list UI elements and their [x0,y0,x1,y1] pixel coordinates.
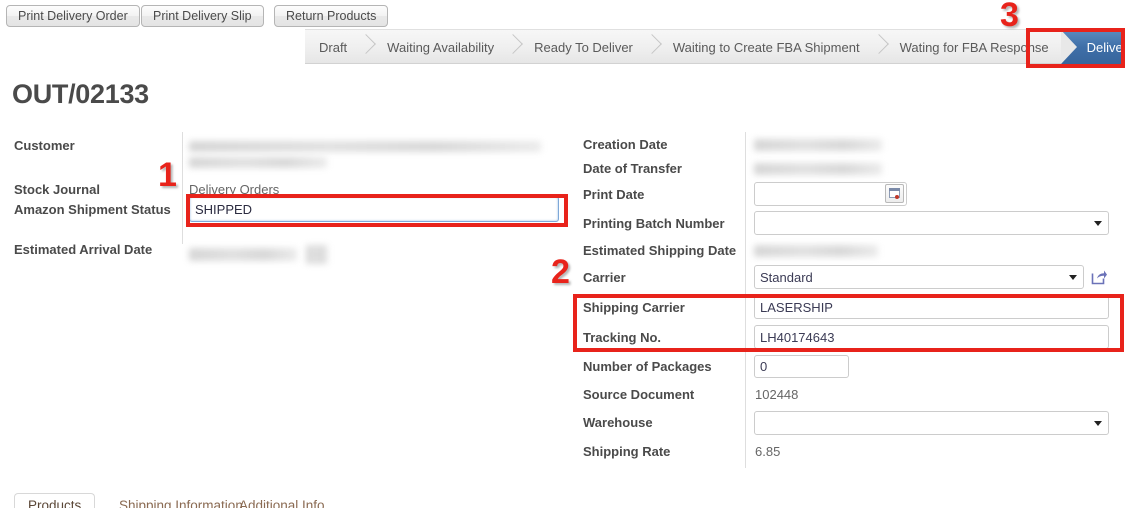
amazon-shipment-status-input[interactable] [189,196,559,222]
print-delivery-order-button[interactable]: Print Delivery Order [6,5,140,27]
number-of-packages-label: Number of Packages [583,359,712,374]
estimated-arrival-date-label: Estimated Arrival Date [14,241,153,257]
shipping-carrier-input[interactable] [754,295,1109,319]
printing-batch-number-select[interactable] [754,211,1109,235]
amazon-shipment-status-label: Amazon Shipment Status [14,201,171,217]
stage-separator-icon [506,30,520,64]
customer-label: Customer [14,137,75,153]
return-products-button[interactable]: Return Products [274,5,389,27]
customer-value-redacted [189,141,541,152]
source-document-label: Source Document [583,386,695,402]
shipping-rate-value: 6.85 [755,443,781,459]
status-progress-bar: Draft Waiting Availability Ready To Deli… [305,29,1125,64]
field-row-estimated-shipping-date: Estimated Shipping Date [583,238,1113,262]
creation-date-value-redacted [754,139,882,151]
stage-waiting-to-create-fba-shipment[interactable]: Waiting to Create FBA Shipment [659,30,872,64]
customer-value-redacted-2 [189,157,327,168]
field-row-date-of-transfer: Date of Transfer [583,156,1113,180]
estimated-shipping-date-value-redacted [754,245,878,257]
tab-products[interactable]: Products [14,493,96,508]
date-of-transfer-value-redacted [754,163,882,175]
field-row-number-of-packages: Number of Packages [583,352,1113,381]
number-of-packages-input[interactable] [754,355,849,378]
date-of-transfer-label: Date of Transfer [583,160,682,176]
tab-additional-info[interactable]: Additional Info [226,494,338,508]
stage-draft[interactable]: Draft [305,30,359,64]
stage-ready-to-deliver[interactable]: Ready To Deliver [520,30,645,64]
source-document-value: 102448 [755,386,799,402]
print-delivery-slip-button[interactable]: Print Delivery Slip [141,5,264,27]
field-row-tracking-no: Tracking No. [583,322,1113,352]
field-row-creation-date: Creation Date [583,132,1113,156]
tracking-no-input[interactable] [754,325,1109,349]
bottom-tab-strip: Products Shipping Information Additional… [0,486,1125,508]
tracking-no-label: Tracking No. [583,329,662,345]
external-link-icon[interactable] [1091,269,1108,285]
field-row-shipping-rate: Shipping Rate 6.85 [583,438,1113,464]
top-toolbar: Print Delivery Order Print Delivery Slip… [0,0,1125,29]
field-row-estimated-arrival-date: Estimated Arrival Date [14,236,574,264]
right-form-column: Creation Date Date of Transfer Print Dat… [583,132,1113,464]
carrier-label: Carrier [583,269,626,285]
stage-wating-for-fba-response[interactable]: Wating for FBA Response [886,30,1061,64]
warehouse-select[interactable] [754,410,1109,435]
stage-separator-icon [872,30,886,64]
field-row-amazon-shipment-status: Amazon Shipment Status [14,194,574,224]
warehouse-label: Warehouse [583,415,653,430]
field-row-shipping-carrier: Shipping Carrier [583,292,1113,322]
estimated-arrival-date-value-redacted [189,248,297,261]
stage-separator-icon [645,30,659,64]
creation-date-label: Creation Date [583,136,668,152]
calendar-icon[interactable] [885,184,904,203]
stage-delivered[interactable]: Delivered [1060,30,1125,64]
printing-batch-number-label: Printing Batch Number [583,215,725,231]
field-row-warehouse: Warehouse [583,407,1113,438]
shipping-carrier-label: Shipping Carrier [583,299,685,315]
stage-separator-icon [359,30,373,64]
stage-list: Draft Waiting Availability Ready To Deli… [305,30,1125,64]
carrier-select[interactable]: Standard [754,265,1084,289]
page-title: OUT/02133 [12,79,149,109]
field-row-customer: Customer [14,132,574,168]
field-row-carrier: Carrier Standard [583,262,1113,292]
left-form-column: Customer Stock Journal Delivery Orders A… [14,132,574,264]
field-row-print-date: Print Date [583,180,1113,208]
print-date-label: Print Date [583,186,645,202]
estimated-arrival-date-picker-redacted [306,245,328,264]
field-row-printing-batch-number: Printing Batch Number [583,208,1113,238]
field-row-source-document: Source Document 102448 [583,381,1113,407]
stage-waiting-availability[interactable]: Waiting Availability [373,30,506,64]
shipping-rate-label: Shipping Rate [583,443,671,459]
estimated-shipping-date-label: Estimated Shipping Date [583,242,737,258]
